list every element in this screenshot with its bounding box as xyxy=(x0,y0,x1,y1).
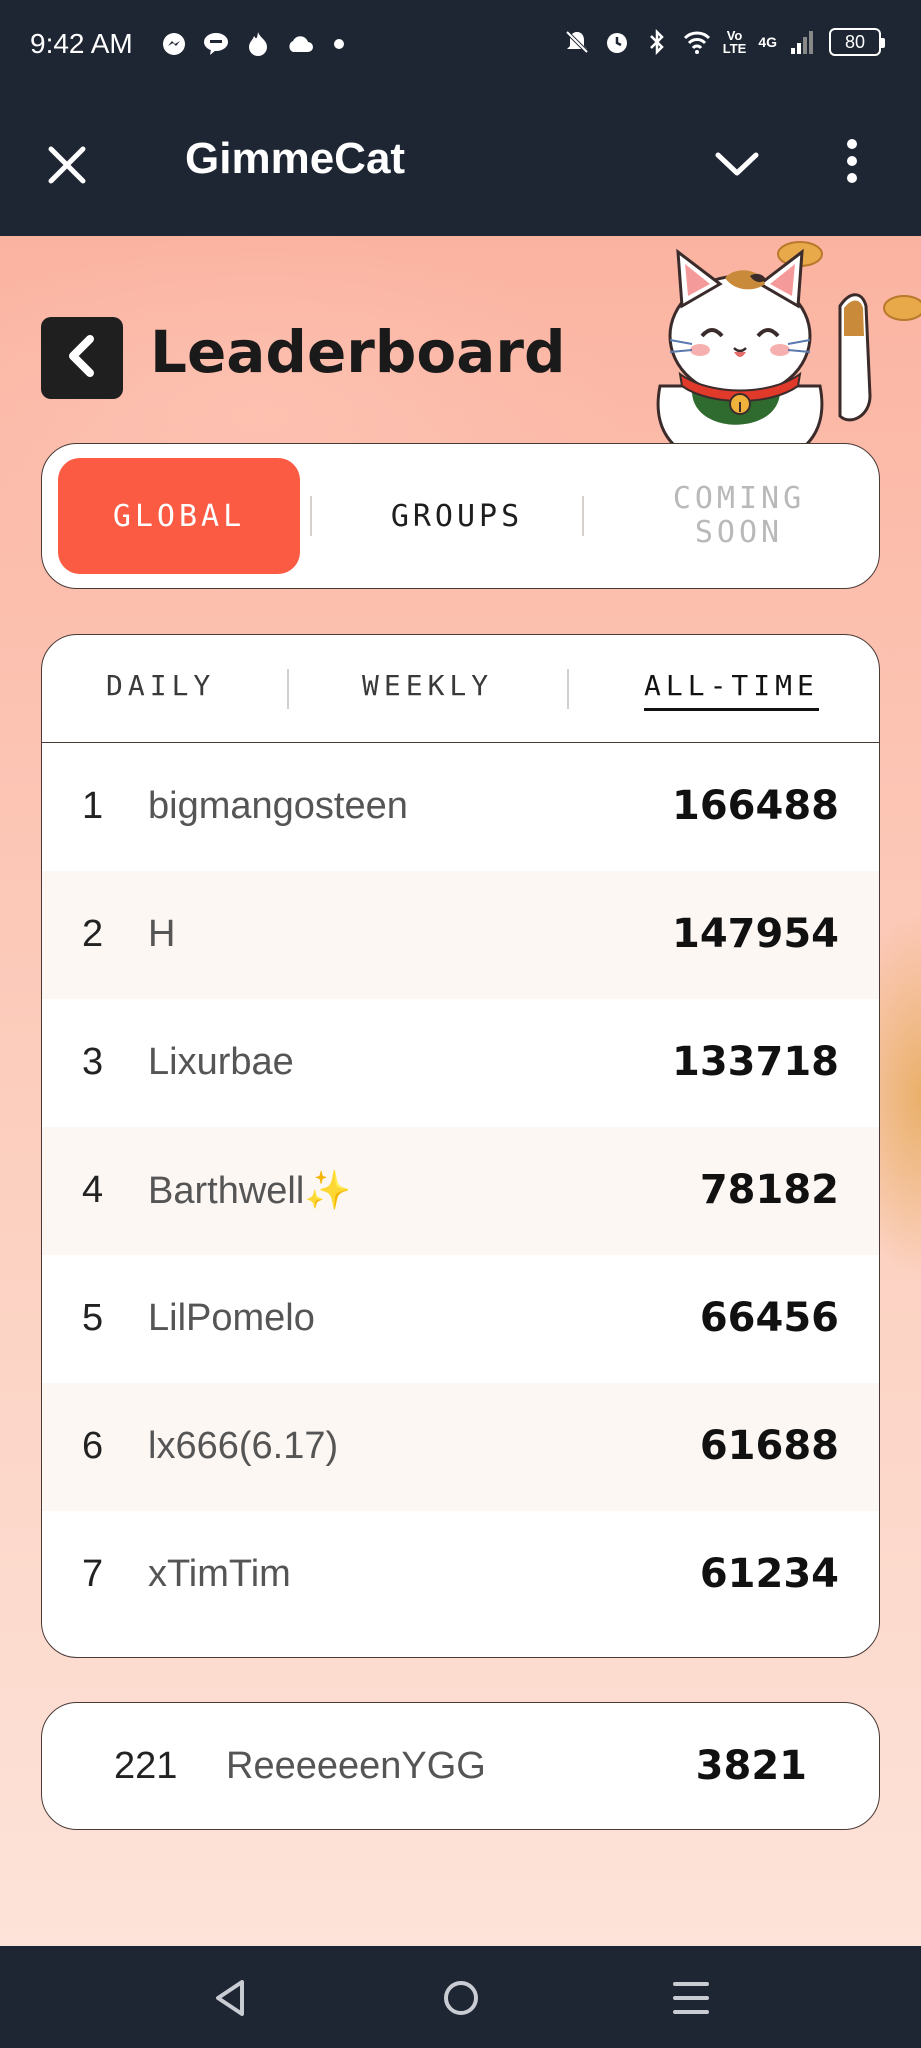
list-item: 5 LilPomelo 66456 xyxy=(42,1255,879,1383)
tab-groups[interactable]: GROUPS xyxy=(312,458,602,574)
username: xTimTim xyxy=(148,1553,291,1595)
score: 61234 xyxy=(699,1551,839,1597)
more-notifications-dot xyxy=(334,39,344,49)
nav-back-icon[interactable] xyxy=(202,1970,258,2026)
bluetooth-icon xyxy=(643,28,671,56)
tab-daily[interactable]: DAILY xyxy=(106,669,215,702)
page-title: Leaderboard xyxy=(150,318,566,386)
tab-divider xyxy=(582,496,584,536)
lucky-cat-mascot xyxy=(656,241,921,466)
leaderboard-list: 1 bigmangosteen 166488 2 H 147954 3 Lixu… xyxy=(42,743,879,1639)
score: 66456 xyxy=(699,1295,839,1341)
alarm-icon xyxy=(603,28,631,56)
signal-icon xyxy=(789,28,817,56)
network-type: 4G xyxy=(758,34,777,50)
nav-home-icon[interactable] xyxy=(433,1970,489,2026)
app-bar: GimmeCat xyxy=(0,92,921,236)
rank-number: 7 xyxy=(82,1553,104,1595)
rank-number: 5 xyxy=(82,1297,104,1339)
list-item: 7 xTimTim 61234 xyxy=(42,1511,879,1639)
score: 133718 xyxy=(672,1039,839,1085)
leaderboard-card: DAILY WEEKLY ALL-TIME 1 bigmangosteen 16… xyxy=(41,634,880,1658)
username: H xyxy=(148,913,176,955)
leaderboard-page: Leaderboard GLOBAL GROUPS COMING SOON DA… xyxy=(0,236,921,1946)
system-icons: Vo LTE 4G 80 xyxy=(563,28,885,56)
tab-weekly[interactable]: WEEKLY xyxy=(362,669,493,702)
rank-number: 2 xyxy=(82,913,104,955)
list-item: 6 lx666(6.17) 61688 xyxy=(42,1383,879,1511)
username: Lixurbae xyxy=(148,1041,294,1083)
score: 61688 xyxy=(699,1423,839,1469)
tab-divider xyxy=(567,669,569,709)
more-vert-icon[interactable] xyxy=(842,136,862,186)
status-bar: 9:42 AM Vo LTE 4G 80 xyxy=(0,0,921,92)
chevron-left-icon xyxy=(62,334,102,382)
score: 78182 xyxy=(699,1167,839,1213)
notification-icons xyxy=(160,30,344,58)
tab-coming-soon: COMING SOON xyxy=(672,481,806,550)
my-rank-card: 221 ReeeeeenYGG 3821 xyxy=(41,1702,880,1830)
volte-label: Vo LTE xyxy=(722,28,747,56)
battery-indicator: 80 xyxy=(829,28,885,56)
rank-number: 6 xyxy=(82,1425,104,1467)
status-time: 9:42 AM xyxy=(30,28,133,59)
scope-tabs: GLOBAL GROUPS COMING SOON xyxy=(41,443,880,589)
rank-number: 4 xyxy=(82,1169,104,1211)
nav-recents-icon[interactable] xyxy=(663,1970,719,2026)
period-tabs: DAILY WEEKLY ALL-TIME xyxy=(42,635,879,743)
list-item: 2 H 147954 xyxy=(42,871,879,999)
tab-all-time[interactable]: ALL-TIME xyxy=(644,669,819,711)
chat-bubble-icon xyxy=(202,30,230,58)
username: bigmangosteen xyxy=(148,785,408,827)
chevron-down-icon[interactable] xyxy=(714,144,760,184)
cloud-icon xyxy=(286,30,314,58)
flame-icon xyxy=(244,30,272,58)
system-nav-bar xyxy=(0,1946,921,2048)
score: 166488 xyxy=(672,783,839,829)
username: LilPomelo xyxy=(148,1297,315,1339)
app-title: GimmeCat xyxy=(185,134,406,183)
close-icon[interactable] xyxy=(44,142,90,188)
my-username: ReeeeeenYGG xyxy=(226,1745,486,1787)
list-item: 1 bigmangosteen 166488 xyxy=(42,743,879,871)
tab-divider xyxy=(287,669,289,709)
score: 147954 xyxy=(672,911,839,957)
my-rank-number: 221 xyxy=(114,1745,178,1787)
username: Barthwell✨ xyxy=(148,1170,352,1212)
list-item: 4 Barthwell✨ 78182 xyxy=(42,1127,879,1255)
mute-bell-icon xyxy=(563,28,591,56)
list-item: 3 Lixurbae 133718 xyxy=(42,999,879,1127)
my-score: 3821 xyxy=(695,1743,807,1789)
wifi-icon xyxy=(683,28,711,56)
username: lx666(6.17) xyxy=(148,1425,339,1467)
tab-global[interactable]: GLOBAL xyxy=(58,458,300,574)
messenger-icon xyxy=(160,30,188,58)
back-button[interactable] xyxy=(41,317,123,399)
rank-number: 3 xyxy=(82,1041,104,1083)
rank-number: 1 xyxy=(82,785,104,827)
